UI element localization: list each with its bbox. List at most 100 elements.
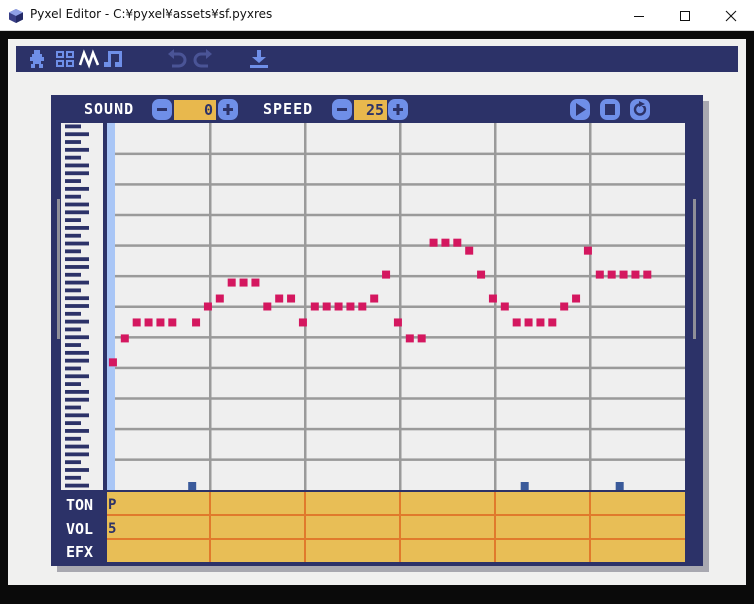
piano-key [65,272,81,277]
piano-key [65,210,89,215]
note-mark [441,238,450,247]
piano-key [65,343,81,347]
note-mark [405,334,414,343]
note-mark [631,270,640,279]
piano-key [65,226,89,230]
image-editor-icon[interactable] [26,49,48,69]
piano-key [65,202,89,207]
note-mark [393,318,402,327]
piano-key [65,335,89,340]
piano-key [65,382,81,386]
parameter-column-divider [494,492,496,562]
note-mark [358,302,367,311]
note-mark [607,270,616,279]
editor-canvas: SOUND 0 SPEED 25 TON VOL EFX P 5 [8,39,746,585]
tone-value[interactable]: P [108,497,116,513]
note-mark [334,302,343,311]
note-mark [263,302,272,311]
minimize-button[interactable] [616,0,662,31]
minimize-icon [634,15,644,17]
rest-marker [520,482,529,490]
undo-icon[interactable] [166,49,188,69]
note-mark [524,318,533,327]
piano-key [65,444,89,449]
close-button[interactable] [708,0,754,31]
piano-key [65,179,81,183]
pyxel-app-icon [9,9,23,23]
right-scroll-track[interactable] [693,199,696,339]
note-mark [287,294,296,303]
note-mark [465,246,474,255]
note-mark [560,302,569,311]
note-mark [298,318,307,327]
grid-row-line [115,366,685,370]
grid-row-line [115,397,685,400]
note-mark [120,334,129,343]
note-mark [583,246,592,255]
piano-key [65,140,81,144]
left-scroll-track[interactable] [57,199,60,339]
music-editor-icon[interactable] [102,49,124,69]
note-mark [275,294,284,303]
note-mark [488,294,497,303]
piano-key [65,155,81,160]
note-mark [595,270,604,279]
grid-row-line [115,336,685,339]
effect-label: EFX [66,543,93,561]
parameter-rows[interactable] [107,492,685,562]
piano-key [65,358,89,363]
piano-key [65,171,89,176]
note-mark [477,270,486,279]
piano-key [65,194,81,199]
tilemap-editor-icon[interactable] [54,49,76,69]
piano-key [65,311,81,316]
parameter-column-divider [304,492,306,562]
piano-key [65,304,89,308]
piano-key [65,405,81,410]
note-mark [251,278,260,287]
note-mark [572,294,581,303]
piano-key [65,327,81,332]
save-icon[interactable] [248,49,270,69]
rest-marker [615,482,624,490]
maximize-button[interactable] [662,0,708,31]
volume-value[interactable]: 5 [108,521,116,537]
close-icon [725,10,737,21]
note-mark [453,238,462,247]
piano-key [65,436,81,441]
note-mark [168,318,177,327]
piano-key [65,296,89,301]
piano-key [65,163,89,168]
piano-key [65,288,81,293]
sound-editor-panel: SOUND 0 SPEED 25 TON VOL EFX P 5 [51,95,703,566]
grid-row-line [115,183,685,186]
piano-key [65,460,81,465]
piano-key [65,319,89,324]
note-mark [417,334,426,343]
note-mark [536,318,545,327]
window-title: Pyxel Editor - C:¥pyxel¥assets¥sf.pyxres [30,7,273,21]
piano-key [65,124,81,129]
piano-key [65,241,89,246]
redo-icon[interactable] [192,49,214,69]
note-mark [192,318,201,327]
note-mark [144,318,153,327]
volume-label: VOL [66,520,93,538]
note-mark [215,294,224,303]
note-mark [548,318,557,327]
maximize-icon [680,10,690,21]
piano-key [65,280,89,285]
piano-key [65,475,81,480]
piano-key [65,233,81,238]
sound-editor-icon[interactable] [78,49,100,69]
note-mark [108,358,117,367]
note-mark [132,318,141,327]
grid-row-line [115,458,685,461]
piano-key [65,366,81,371]
parameter-row-divider [107,514,685,516]
note-mark [346,302,355,311]
note-mark [512,318,521,327]
piano-key [65,132,89,137]
rest-marker [188,482,197,490]
note-grid-area[interactable]: TON VOL EFX P 5 [51,95,703,566]
